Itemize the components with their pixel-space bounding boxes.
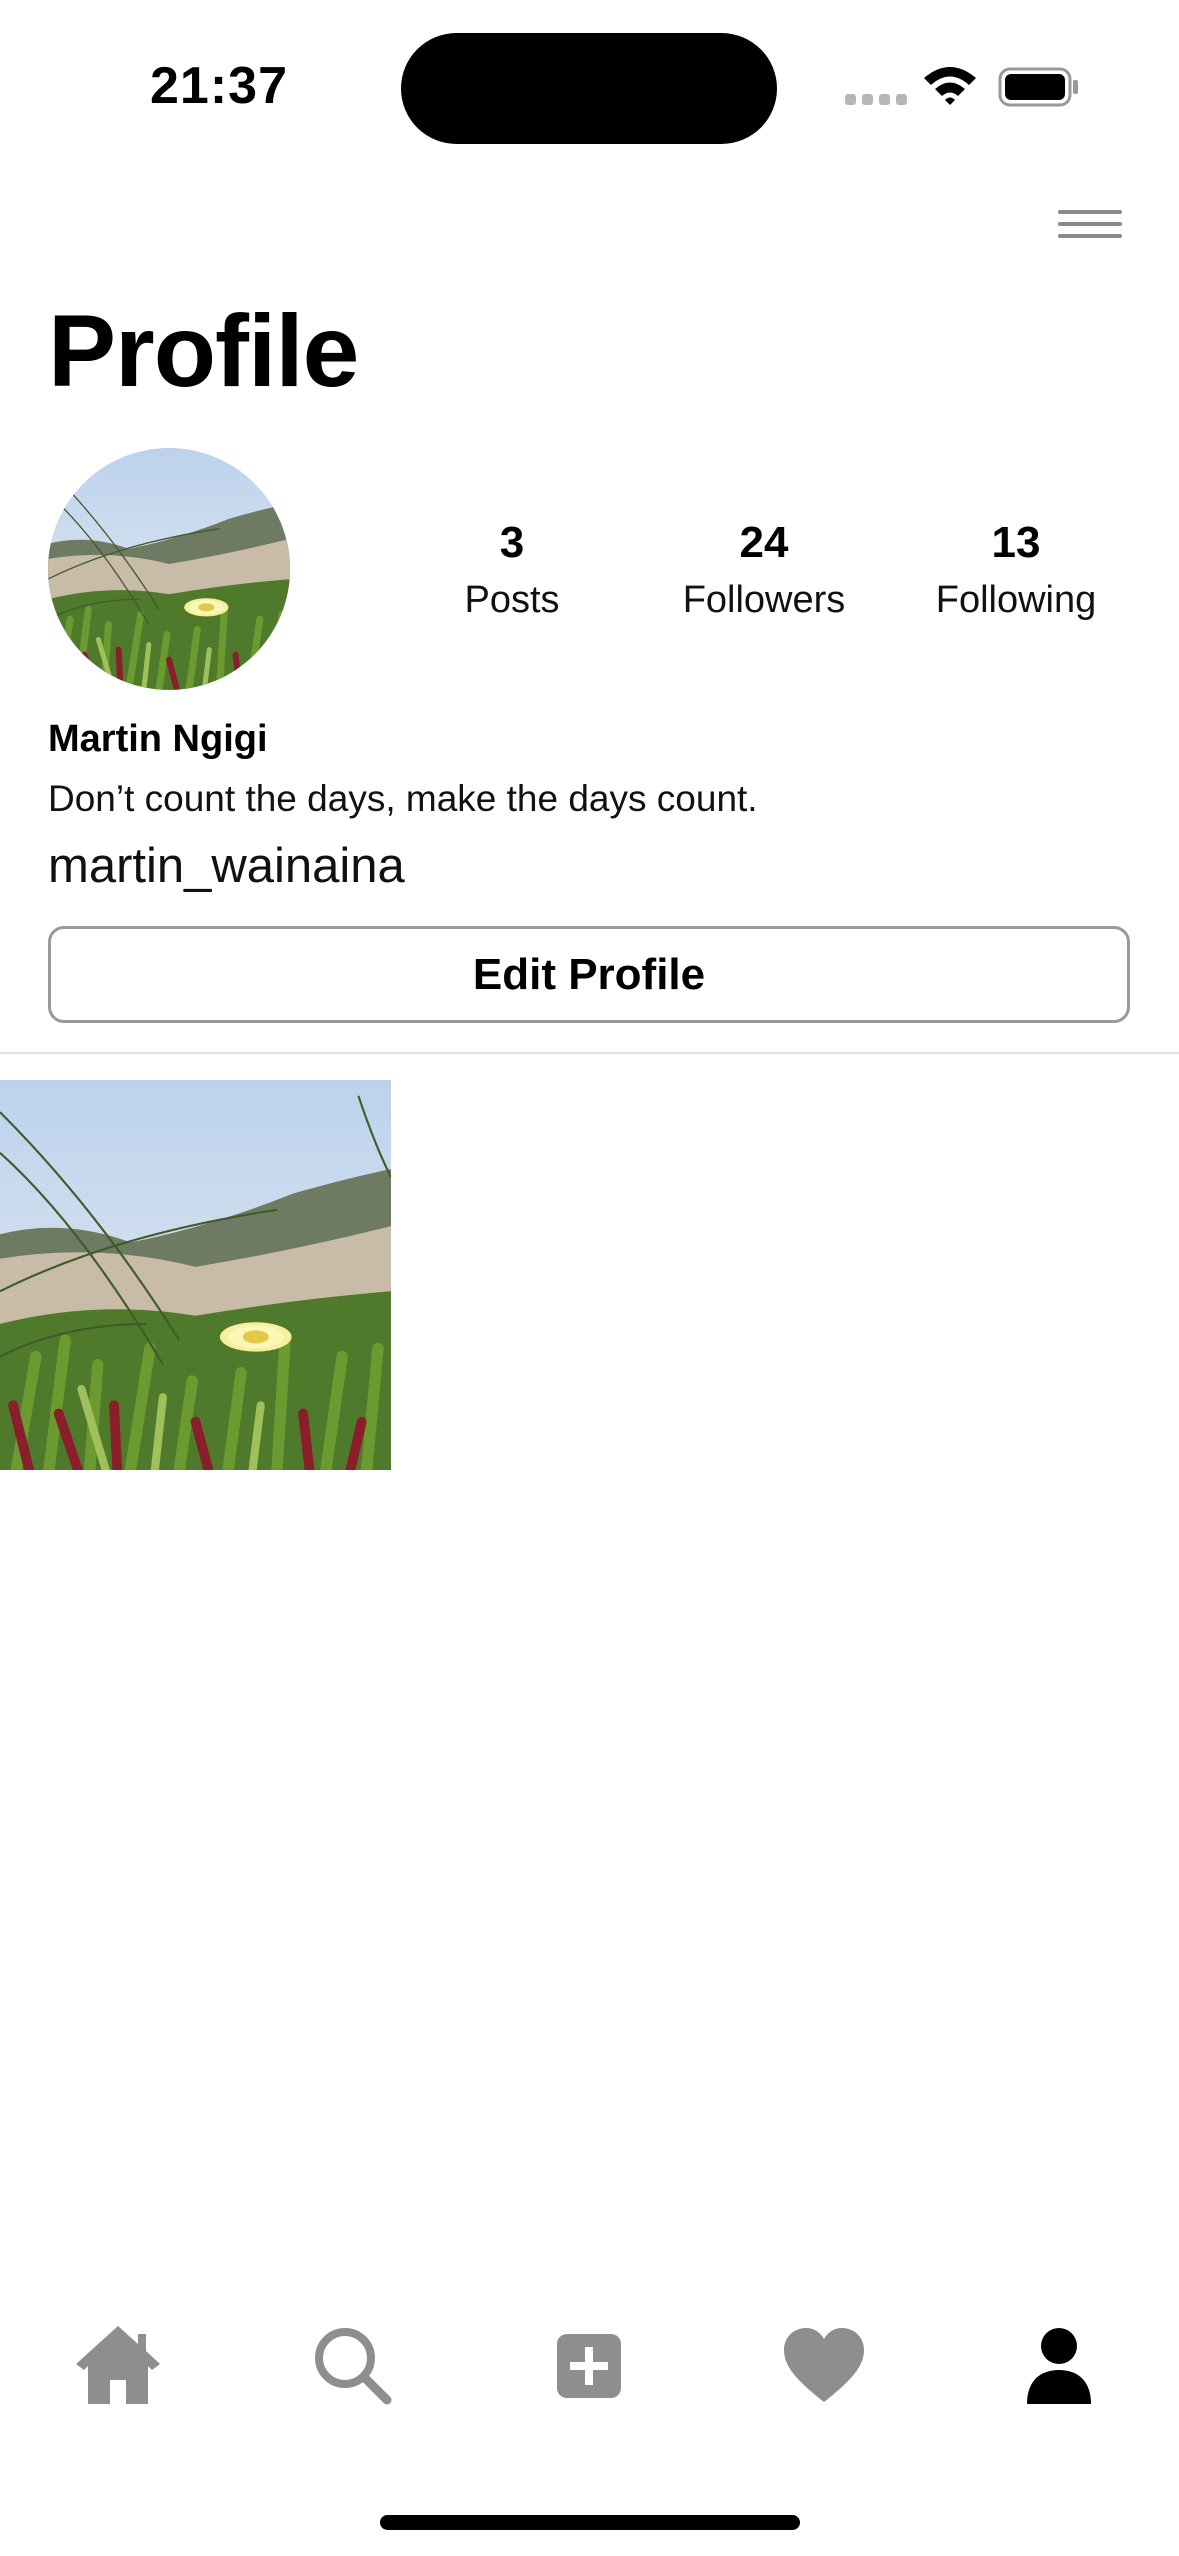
stat-following[interactable]: 13 Following xyxy=(896,516,1136,630)
bio: Don’t count the days, make the days coun… xyxy=(48,778,758,819)
post-thumbnail[interactable] xyxy=(0,1080,391,1470)
stat-posts-label: Posts xyxy=(464,579,560,621)
search-icon[interactable] xyxy=(305,2318,401,2414)
battery-icon xyxy=(998,67,1078,107)
stat-followers[interactable]: 24 Followers xyxy=(644,516,884,630)
stat-posts-value: 3 xyxy=(499,518,525,567)
stat-following-value: 13 xyxy=(991,518,1041,567)
hamburger-menu-icon[interactable] xyxy=(1052,204,1128,244)
stat-posts[interactable]: 3 Posts xyxy=(392,516,632,630)
divider xyxy=(0,1052,1179,1054)
signal-dots-icon xyxy=(845,94,907,106)
username: martin_wainaina xyxy=(48,839,405,893)
avatar[interactable] xyxy=(48,448,290,690)
page-title: Profile xyxy=(48,294,359,408)
profile-icon[interactable] xyxy=(1011,2318,1107,2414)
edit-profile-button[interactable]: Edit Profile xyxy=(48,926,1130,1023)
stat-followers-label: Followers xyxy=(682,579,846,621)
home-icon[interactable] xyxy=(70,2318,166,2414)
stat-following-label: Following xyxy=(935,579,1097,621)
heart-icon[interactable] xyxy=(776,2318,872,2414)
status-time: 21:37 xyxy=(150,57,288,115)
wifi-icon xyxy=(924,67,976,105)
dynamic-island xyxy=(401,33,777,144)
stat-followers-value: 24 xyxy=(739,518,789,567)
full-name: Martin Ngigi xyxy=(48,718,268,760)
add-post-icon[interactable] xyxy=(541,2318,637,2414)
post-image xyxy=(0,1080,391,1470)
home-indicator[interactable] xyxy=(380,2515,800,2530)
avatar-photo xyxy=(48,448,290,690)
